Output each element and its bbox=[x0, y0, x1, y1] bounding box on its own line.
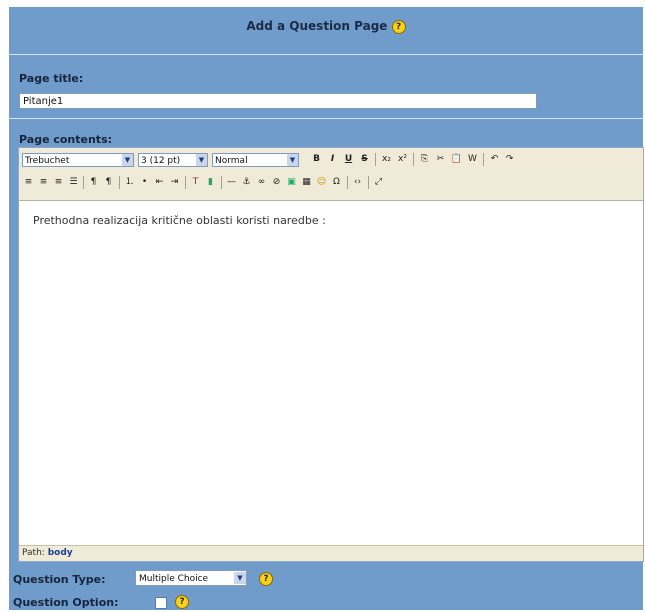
superscript-icon[interactable]: x² bbox=[396, 153, 409, 166]
toolbar-separator bbox=[185, 176, 186, 189]
question-option-checkbox[interactable] bbox=[155, 597, 167, 609]
toolbar-separator bbox=[83, 176, 84, 189]
text-color-icon[interactable]: T bbox=[189, 176, 202, 189]
unlink-icon[interactable]: ⊘ bbox=[270, 176, 283, 189]
panel-header-title: Add a Question Page ? bbox=[9, 19, 643, 34]
question-page-panel: Add a Question Page ? Page title: Page c… bbox=[9, 7, 644, 610]
outdent-icon[interactable]: ⇤ bbox=[153, 176, 166, 189]
editor-content[interactable]: Prethodna realizacija kritične oblasti k… bbox=[33, 214, 326, 227]
question-option-label: Question Option: bbox=[13, 596, 119, 609]
strikethrough-icon[interactable]: S bbox=[358, 153, 371, 166]
align-left-icon[interactable]: ≡ bbox=[22, 176, 35, 189]
indent-icon[interactable]: ⇥ bbox=[168, 176, 181, 189]
paste-word-icon[interactable]: W bbox=[466, 153, 479, 166]
question-help-icon[interactable]: ? bbox=[391, 19, 406, 34]
toolbar-separator bbox=[368, 176, 369, 189]
path-label: Path: bbox=[22, 548, 45, 558]
font-size-select[interactable]: 3 (12 pt) ▼ bbox=[138, 153, 208, 167]
undo-icon[interactable]: ↶ bbox=[488, 153, 501, 166]
paste-icon[interactable]: 📋 bbox=[450, 153, 463, 166]
toolbar-separator bbox=[119, 176, 120, 189]
unordered-list-icon[interactable]: • bbox=[138, 176, 151, 189]
font-family-value: Trebuchet bbox=[25, 156, 70, 166]
chevron-down-icon: ▼ bbox=[122, 154, 133, 166]
horizontal-rule-icon[interactable]: — bbox=[225, 176, 238, 189]
question-type-select[interactable]: Multiple Choice ▼ bbox=[135, 570, 247, 586]
rtl-icon[interactable]: ¶ bbox=[102, 176, 115, 189]
redo-icon[interactable]: ↷ bbox=[503, 153, 516, 166]
page-title-input[interactable] bbox=[19, 93, 537, 109]
anchor-icon[interactable]: ⚓ bbox=[240, 176, 253, 189]
image-icon[interactable]: ▣ bbox=[285, 176, 298, 189]
special-char-icon[interactable]: Ω bbox=[330, 176, 343, 189]
chevron-down-icon: ▼ bbox=[196, 154, 207, 166]
fullscreen-icon[interactable]: ⤢ bbox=[372, 176, 385, 189]
link-icon[interactable]: ∞ bbox=[255, 176, 268, 189]
editor-toolbar: Trebuchet ▼ 3 (12 pt) ▼ Normal ▼ B I U S… bbox=[19, 148, 643, 201]
toolbar-separator bbox=[413, 153, 414, 166]
html-source-icon[interactable]: ‹› bbox=[351, 176, 364, 189]
align-right-icon[interactable]: ≡ bbox=[52, 176, 65, 189]
font-size-value: 3 (12 pt) bbox=[141, 156, 181, 166]
bold-icon[interactable]: B bbox=[310, 153, 323, 166]
copy-icon[interactable]: ⎘ bbox=[418, 153, 431, 166]
format-select[interactable]: Normal ▼ bbox=[212, 153, 299, 167]
underline-icon[interactable]: U bbox=[342, 153, 355, 166]
question-type-value: Multiple Choice bbox=[139, 574, 209, 584]
divider bbox=[9, 54, 643, 55]
toolbar-separator bbox=[221, 176, 222, 189]
justify-icon[interactable]: ☰ bbox=[67, 176, 80, 189]
question-option-help-icon[interactable]: ? bbox=[175, 595, 189, 609]
toolbar-separator bbox=[347, 176, 348, 189]
format-value: Normal bbox=[215, 156, 248, 166]
path-value-link[interactable]: body bbox=[48, 548, 73, 558]
subscript-icon[interactable]: x₂ bbox=[380, 153, 393, 166]
italic-icon[interactable]: I bbox=[326, 153, 339, 166]
page-heading: Add a Question Page bbox=[246, 19, 388, 33]
question-type-help-icon[interactable]: ? bbox=[259, 572, 273, 586]
ltr-icon[interactable]: ¶ bbox=[87, 176, 100, 189]
chevron-down-icon: ▼ bbox=[287, 154, 298, 166]
cut-icon[interactable]: ✂ bbox=[434, 153, 447, 166]
smiley-icon[interactable]: ☺ bbox=[315, 176, 328, 189]
align-center-icon[interactable]: ≡ bbox=[37, 176, 50, 189]
rich-text-editor[interactable]: Trebuchet ▼ 3 (12 pt) ▼ Normal ▼ B I U S… bbox=[18, 147, 644, 562]
panel-header: Add a Question Page ? bbox=[9, 7, 643, 49]
toolbar-separator bbox=[483, 153, 484, 166]
page-contents-label: Page contents: bbox=[19, 133, 113, 146]
divider bbox=[9, 118, 643, 119]
toolbar-separator bbox=[375, 153, 376, 166]
ordered-list-icon[interactable]: ⒈ bbox=[123, 176, 136, 189]
question-type-label: Question Type: bbox=[13, 573, 106, 586]
chevron-down-icon: ▼ bbox=[234, 572, 246, 584]
table-icon[interactable]: ▦ bbox=[300, 176, 313, 189]
font-family-select[interactable]: Trebuchet ▼ bbox=[22, 153, 134, 167]
bg-color-icon[interactable]: ▮ bbox=[204, 176, 217, 189]
page-title-label: Page title: bbox=[19, 72, 84, 85]
editor-status-bar: Path: body bbox=[19, 545, 643, 561]
